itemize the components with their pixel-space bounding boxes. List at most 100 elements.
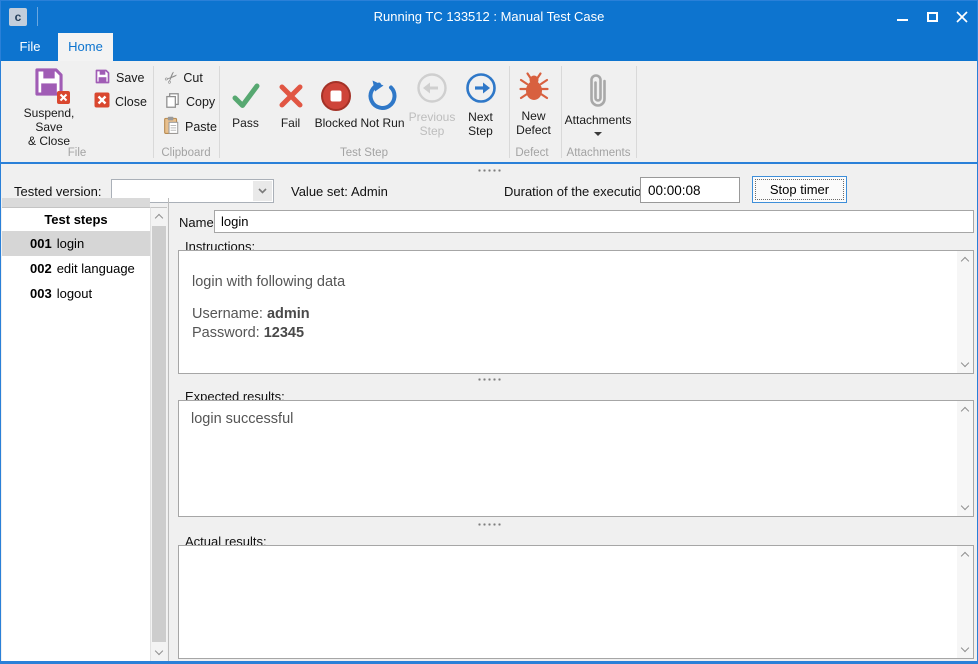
test-steps-header: Test steps <box>2 208 150 231</box>
window-controls <box>887 1 977 33</box>
attachments-dropdown-icon <box>594 132 602 136</box>
not-run-reset-icon <box>358 79 407 116</box>
tab-home[interactable]: Home <box>58 33 113 61</box>
duration-input[interactable] <box>640 177 740 203</box>
steps-panel-top-strip <box>2 198 150 207</box>
step-name-input[interactable] <box>214 210 974 233</box>
maximize-icon <box>927 12 938 22</box>
scroll-down-icon[interactable] <box>961 502 969 510</box>
copy-button[interactable]: Copy <box>164 92 215 112</box>
splitter-handle[interactable] <box>477 169 503 172</box>
copy-label: Copy <box>186 95 215 109</box>
test-step-row-1[interactable]: 001 login <box>2 231 150 256</box>
step-number: 002 <box>30 261 52 276</box>
scroll-down-icon[interactable] <box>961 644 969 652</box>
group-separator <box>219 66 220 158</box>
not-run-label: Not Run <box>360 116 404 130</box>
splitter-handle[interactable] <box>477 523 503 526</box>
test-steps-panel: Test steps 001 login 002 edit language 003… <box>2 207 150 661</box>
tab-file[interactable]: File <box>9 33 51 61</box>
file-group-label: File <box>1 147 153 159</box>
suspend-save-close-label-line1: Suspend, Save <box>9 106 89 134</box>
suspend-save-close-button[interactable]: Suspend, Save & Close <box>9 65 89 145</box>
blocked-label: Blocked <box>315 116 358 130</box>
previous-step-button[interactable]: Previous Step <box>407 65 457 143</box>
fail-x-icon <box>269 79 312 116</box>
step-number: 001 <box>30 236 52 251</box>
attachments-button[interactable]: Attachments <box>561 63 635 145</box>
blocked-stop-icon <box>312 79 360 116</box>
chevron-down-icon <box>258 188 267 194</box>
close-red-icon <box>94 92 110 111</box>
step-name: edit language <box>57 261 135 276</box>
pass-button[interactable]: Pass <box>222 65 269 143</box>
instructions-editor[interactable]: login with following data Username: admi… <box>179 251 957 373</box>
actual-results-scrollbar[interactable] <box>957 546 973 658</box>
panel-divider <box>168 198 169 661</box>
scroll-up-icon[interactable] <box>961 552 969 560</box>
minimize-icon <box>897 19 908 21</box>
scroll-up-icon[interactable] <box>961 257 969 265</box>
next-step-button[interactable]: Next Step <box>457 65 504 143</box>
attachments-group-label: Attachments <box>561 147 636 159</box>
group-separator <box>636 66 637 158</box>
close-button[interactable]: Close <box>94 92 147 111</box>
scroll-up-icon[interactable] <box>961 407 969 415</box>
tested-version-label: Tested version: <box>14 184 101 199</box>
scrollbar-thumb[interactable] <box>152 226 166 642</box>
expected-results-editor[interactable]: login successful <box>179 401 957 516</box>
bug-icon <box>511 71 556 106</box>
actual-results-editor[interactable] <box>179 546 957 658</box>
scroll-down-icon[interactable] <box>155 647 163 655</box>
test-step-row-3[interactable]: 003 logout <box>2 281 150 306</box>
instructions-scrollbar[interactable] <box>957 251 973 373</box>
next-step-icon <box>457 71 504 108</box>
splitter-handle[interactable] <box>477 378 503 381</box>
group-separator <box>509 66 510 158</box>
cut-button[interactable]: ✂ Cut <box>165 68 203 88</box>
not-run-button[interactable]: Not Run <box>358 65 407 143</box>
next-step-label-line1: Next <box>457 110 504 124</box>
copy-icon <box>164 92 181 112</box>
step-name: login <box>57 236 84 251</box>
defect-group-label: Defect <box>509 147 555 159</box>
scroll-down-icon[interactable] <box>961 359 969 367</box>
next-step-label-line2: Step <box>457 124 504 138</box>
paste-button[interactable]: Paste <box>162 116 217 138</box>
save-icon <box>94 68 111 88</box>
test-step-group-label: Test Step <box>219 147 509 159</box>
expected-results-scrollbar[interactable] <box>957 401 973 516</box>
close-icon <box>956 11 968 23</box>
instructions-line1: login with following data <box>192 273 947 292</box>
previous-step-label-line2: Step <box>407 124 457 138</box>
step-name: logout <box>57 286 92 301</box>
close-window-button[interactable] <box>947 1 977 33</box>
blocked-button[interactable]: Blocked <box>312 65 360 143</box>
previous-step-icon <box>407 71 457 108</box>
app-window: c Running TC 133512 : Manual Test Case F… <box>0 0 978 664</box>
steps-panel-scrollbar[interactable] <box>150 207 167 661</box>
actual-results-box <box>178 545 974 659</box>
name-label: Name: <box>179 215 217 230</box>
pass-label: Pass <box>232 116 259 130</box>
instructions-username-line: Username: admin <box>192 305 947 324</box>
stop-timer-button[interactable]: Stop timer <box>752 176 847 203</box>
test-step-row-2[interactable]: 002 edit language <box>2 256 150 281</box>
clipboard-paste-icon <box>162 116 180 138</box>
instructions-blank-line <box>192 292 947 305</box>
paste-label: Paste <box>185 120 217 134</box>
scroll-up-icon[interactable] <box>155 214 163 222</box>
new-defect-button[interactable]: New Defect <box>511 65 556 143</box>
value-set-label: Value set: <box>291 184 348 199</box>
ribbon-tab-row: File Home <box>1 33 977 61</box>
step-number: 003 <box>30 286 52 301</box>
close-label: Close <box>115 95 147 109</box>
new-defect-label-line1: New <box>511 109 556 123</box>
minimize-button[interactable] <box>887 1 917 33</box>
fail-button[interactable]: Fail <box>269 65 312 143</box>
window-title: Running TC 133512 : Manual Test Case <box>1 1 977 33</box>
clipboard-group-label: Clipboard <box>153 147 219 159</box>
maximize-button[interactable] <box>917 1 947 33</box>
combo-dropdown-button[interactable] <box>253 181 272 201</box>
save-button[interactable]: Save <box>94 68 145 88</box>
